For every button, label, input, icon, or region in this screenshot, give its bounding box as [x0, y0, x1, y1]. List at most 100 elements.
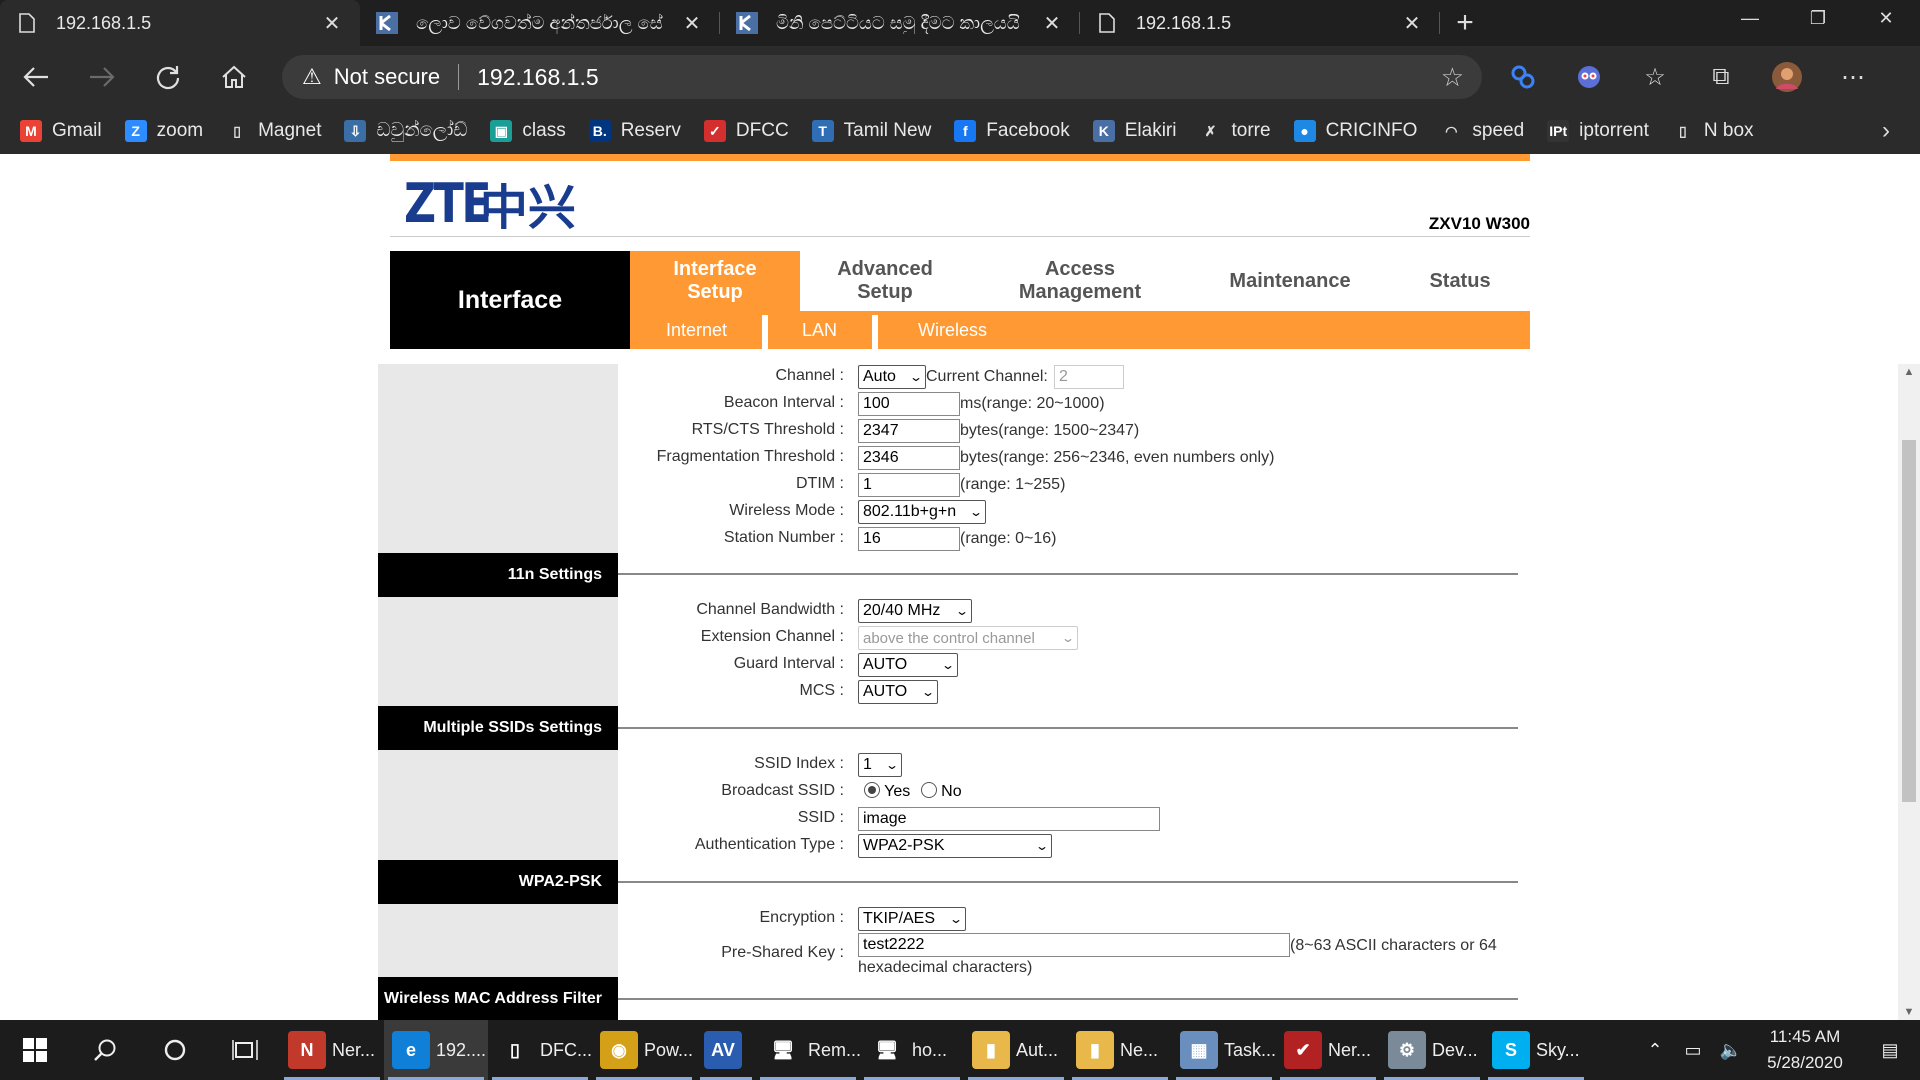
home-button[interactable]: [204, 54, 264, 100]
bookmark-n-box[interactable]: ▯ N box: [1672, 120, 1754, 142]
start-button[interactable]: [0, 1020, 70, 1080]
chevron-up-icon[interactable]: ⌃: [1636, 1040, 1674, 1061]
bookmark-magnet[interactable]: ▯ Magnet: [226, 120, 321, 142]
cortana-button[interactable]: [140, 1020, 210, 1080]
warning-icon[interactable]: ⚠: [302, 64, 322, 90]
submenu-wireless[interactable]: Wireless: [918, 311, 987, 349]
encryption-select[interactable]: TKIP/AES ⌄: [858, 907, 966, 931]
bookmarks-more-chevron-icon[interactable]: ›: [1882, 117, 1890, 145]
bookmark-elakiri[interactable]: K Elakiri: [1092, 120, 1176, 142]
beacon-interval-input[interactable]: [858, 392, 960, 416]
bookmark-zoom[interactable]: Zzoom: [124, 120, 203, 142]
browser-tab-1[interactable]: 192.168.1.5 ✕: [0, 0, 360, 46]
new-tab-button[interactable]: +: [1440, 0, 1490, 46]
bookmark-class[interactable]: ▣ class: [490, 120, 566, 142]
close-tab-icon[interactable]: ✕: [320, 11, 344, 35]
guard-interval-select[interactable]: AUTO ⌄: [858, 653, 958, 677]
menu-interface-setup[interactable]: Interface Setup: [630, 251, 800, 311]
taskbar-app-edge[interactable]: e 192....: [384, 1020, 488, 1080]
close-tab-icon[interactable]: ✕: [1040, 11, 1064, 35]
scroll-up-arrow-icon[interactable]: ▲: [1898, 366, 1920, 378]
extension-channel-select: above the control channel ⌄: [858, 626, 1078, 650]
search-button[interactable]: [70, 1020, 140, 1080]
bookmark-[interactable]: ⇩ ඩවුන්ලෝඩ්: [344, 120, 467, 142]
broadcast-yes-radio[interactable]: [864, 782, 880, 798]
close-window-button[interactable]: ✕: [1852, 0, 1920, 36]
taskbar-app-folder[interactable]: ▮ Ne...: [1068, 1020, 1172, 1080]
broadcast-no-radio[interactable]: [920, 782, 937, 798]
browser-tab-2[interactable]: ලොව වේගවත්ම අන්තර්ජාල සේ ✕: [360, 0, 720, 46]
bookmark-facebook[interactable]: f Facebook: [954, 120, 1070, 142]
guard-interval-label: Guard Interval :: [733, 655, 844, 672]
taskbar-app-nero-express[interactable]: ✔ Ner...: [1276, 1020, 1380, 1080]
auth-type-select[interactable]: WPA2-PSK ⌄: [858, 834, 1052, 858]
scrollbar-thumb[interactable]: [1902, 440, 1916, 802]
menu-status[interactable]: Status: [1390, 251, 1530, 311]
psk-input[interactable]: [858, 933, 1290, 957]
taskbar-app-task-manager[interactable]: ▦ Task...: [1172, 1020, 1276, 1080]
security-status[interactable]: Not secure: [334, 64, 440, 90]
back-button[interactable]: [6, 54, 66, 100]
taskbar-app-device-manager[interactable]: ⚙ Dev...: [1380, 1020, 1484, 1080]
close-tab-icon[interactable]: ✕: [680, 11, 704, 35]
extension-face-icon[interactable]: [1556, 54, 1622, 100]
scroll-down-arrow-icon[interactable]: ▼: [1898, 1006, 1920, 1018]
bookmark-label: iptorrent: [1579, 120, 1649, 141]
taskbar-app-nero-av[interactable]: AV: [696, 1020, 756, 1080]
taskbar-app-remote-desktop[interactable]: 🖥 Rem...: [756, 1020, 860, 1080]
wireless-mode-select[interactable]: 802.11b+g+n ⌄: [858, 500, 986, 524]
minimize-button[interactable]: —: [1716, 0, 1784, 36]
bookmark-gmail[interactable]: M Gmail: [20, 120, 102, 142]
bookmark-reserv[interactable]: B. Reserv: [588, 120, 681, 142]
clock[interactable]: 11:45 AM 5/28/2020: [1750, 1024, 1860, 1076]
channel-bandwidth-select[interactable]: 20/40 MHz ⌄: [858, 599, 972, 623]
taskbar-app-document[interactable]: ▯ DFC...: [488, 1020, 592, 1080]
refresh-button[interactable]: [138, 54, 198, 100]
forward-button[interactable]: [72, 54, 132, 100]
browser-tab-4[interactable]: 192.168.1.5 ✕: [1080, 0, 1440, 46]
url-text[interactable]: 192.168.1.5: [477, 64, 599, 91]
bookmark-torre[interactable]: ✗ torre: [1199, 120, 1271, 142]
ssid-index-select[interactable]: 1 ⌄: [858, 753, 902, 777]
taskbar-app-remote-desktop[interactable]: 🖥 ho...: [860, 1020, 964, 1080]
maximize-button[interactable]: ❐: [1784, 0, 1852, 36]
window-controls: — ❐ ✕: [1716, 0, 1920, 36]
collections-icon[interactable]: ⧉: [1688, 54, 1754, 100]
station-number-input[interactable]: [858, 527, 960, 551]
channel-select[interactable]: Auto ⌄: [858, 365, 926, 389]
address-bar[interactable]: ⚠ Not secure 192.168.1.5 ☆: [282, 55, 1482, 99]
volume-icon[interactable]: 🔈: [1712, 1040, 1750, 1061]
task-view-button[interactable]: [210, 1020, 280, 1080]
bookmark-dfcc[interactable]: ✓ DFCC: [703, 120, 789, 142]
menu-access-management[interactable]: Access Management: [970, 251, 1190, 311]
taskbar-app-power-dvd[interactable]: ◉ Pow...: [592, 1020, 696, 1080]
submenu-internet[interactable]: Internet: [666, 311, 727, 349]
network-icon[interactable]: ▭: [1674, 1040, 1712, 1061]
booking-icon: B.: [588, 120, 611, 142]
taskbar-app-skype[interactable]: S Sky...: [1484, 1020, 1588, 1080]
taskbar-app-nero[interactable]: N Ner...: [280, 1020, 384, 1080]
page-scrollbar[interactable]: ▲ ▼: [1898, 364, 1920, 1020]
bookmark-tamil-new[interactable]: T Tamil New: [811, 120, 931, 142]
dtim-input[interactable]: [858, 473, 960, 497]
browser-tab-3[interactable]: මිනි පෙට්ටියට සමු දීමට කාලයයි ✕: [720, 0, 1080, 46]
rts-threshold-input[interactable]: [858, 419, 960, 443]
bookmark-iptorrent[interactable]: IPt iptorrent: [1547, 120, 1649, 142]
close-tab-icon[interactable]: ✕: [1400, 11, 1424, 35]
bookmark-cricinfo[interactable]: ● CRICINFO: [1293, 120, 1417, 142]
extension-icon[interactable]: [1490, 54, 1556, 100]
fragmentation-input[interactable]: [858, 446, 960, 470]
menu-advanced-setup[interactable]: Advanced Setup: [800, 251, 970, 311]
ssid-input[interactable]: [858, 807, 1160, 831]
submenu-lan[interactable]: LAN: [802, 311, 837, 349]
mcs-select[interactable]: AUTO ⌄: [858, 680, 938, 704]
notification-icon[interactable]: ▤: [1860, 1040, 1920, 1061]
search-icon: [94, 1039, 116, 1061]
more-menu-icon[interactable]: ⋯: [1820, 54, 1886, 100]
profile-avatar[interactable]: [1754, 54, 1820, 100]
menu-maintenance[interactable]: Maintenance: [1190, 251, 1390, 311]
favorites-icon[interactable]: ☆: [1622, 54, 1688, 100]
bookmark-speed[interactable]: ◠ speed: [1440, 120, 1524, 142]
favorite-star-icon[interactable]: ☆: [1441, 62, 1464, 93]
taskbar-app-folder[interactable]: ▮ Aut...: [964, 1020, 1068, 1080]
